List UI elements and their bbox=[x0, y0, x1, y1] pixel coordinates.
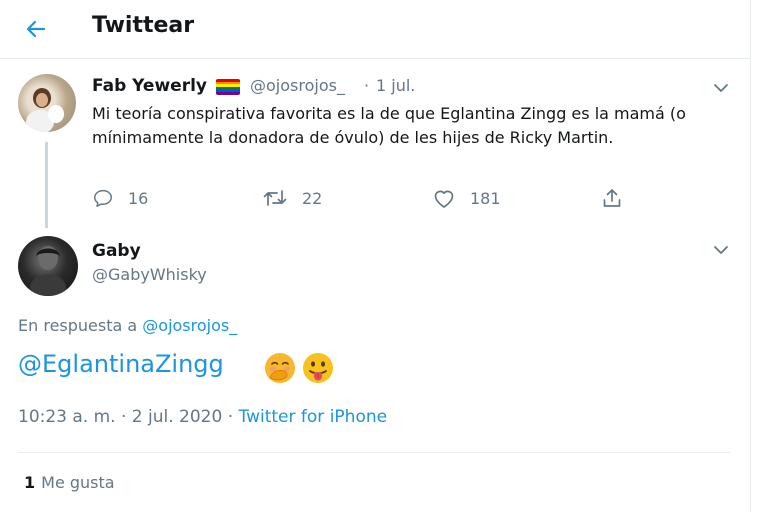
tweet-detail-page: Twittear Fab Yewerly @ojosrojos_ · 1 jul… bbox=[0, 0, 768, 512]
heart-icon bbox=[434, 190, 454, 208]
reply-icon bbox=[94, 189, 112, 207]
avatar-photo bbox=[30, 246, 66, 296]
face-with-tongue-icon bbox=[303, 353, 333, 383]
reply-count: 16 bbox=[128, 188, 149, 208]
tweet-options-button[interactable] bbox=[711, 78, 731, 98]
retweet-icon bbox=[263, 190, 287, 206]
likes-count: 1 bbox=[24, 473, 36, 492]
face-with-hand-over-mouth-icon bbox=[265, 353, 295, 383]
author-handle[interactable]: @ojosrojos_ bbox=[250, 76, 345, 95]
reply-button[interactable]: 16 bbox=[92, 186, 148, 210]
like-count: 181 bbox=[470, 188, 501, 208]
page-title: Twittear bbox=[92, 13, 195, 38]
rainbow-flag-icon bbox=[216, 79, 240, 95]
like-button[interactable]: 181 bbox=[432, 186, 501, 210]
share-button[interactable] bbox=[601, 186, 623, 210]
tweet-date[interactable]: 1 jul. bbox=[376, 76, 415, 95]
chevron-down-icon bbox=[714, 246, 728, 254]
tweet-options-button[interactable] bbox=[711, 240, 731, 260]
chevron-down-icon bbox=[714, 84, 728, 92]
thread-line bbox=[45, 142, 48, 228]
retweet-button[interactable]: 22 bbox=[262, 186, 322, 210]
column-border bbox=[750, 0, 751, 512]
tweet-source-link[interactable]: Twitter for iPhone bbox=[239, 407, 388, 427]
avatar[interactable] bbox=[18, 74, 76, 132]
tweet-meta: 10:23 a. m. · 2 jul. 2020 · Twitter for … bbox=[18, 407, 387, 427]
tweet-timestamp[interactable]: 10:23 a. m. · 2 jul. 2020 · bbox=[18, 407, 233, 427]
avatar[interactable] bbox=[18, 236, 78, 296]
divider bbox=[18, 452, 730, 453]
reply-context: En respuesta a @ojosrojos_ bbox=[18, 316, 237, 335]
separator-dot: · bbox=[364, 76, 370, 95]
retweet-count: 22 bbox=[302, 188, 323, 208]
back-button[interactable] bbox=[20, 14, 52, 44]
mention-link[interactable]: @EglantinaZingg bbox=[18, 350, 224, 378]
header: Twittear bbox=[0, 0, 750, 59]
likes-summary[interactable]: 1 Me gusta bbox=[24, 473, 115, 492]
likes-label: Me gusta bbox=[41, 473, 115, 492]
share-icon bbox=[603, 189, 621, 207]
reply-prefix: En respuesta a bbox=[18, 316, 138, 335]
author-handle[interactable]: @GabyWhisky bbox=[92, 265, 207, 284]
author-name[interactable]: Gaby bbox=[92, 241, 141, 261]
arrow-left-icon bbox=[26, 20, 46, 38]
avatar-photo bbox=[26, 88, 64, 132]
reply-handle-link[interactable]: @ojosrojos_ bbox=[142, 316, 237, 335]
tweet-text: Mi teoría conspirativa favorita es la de… bbox=[92, 104, 686, 147]
author-name[interactable]: Fab Yewerly bbox=[92, 76, 207, 96]
